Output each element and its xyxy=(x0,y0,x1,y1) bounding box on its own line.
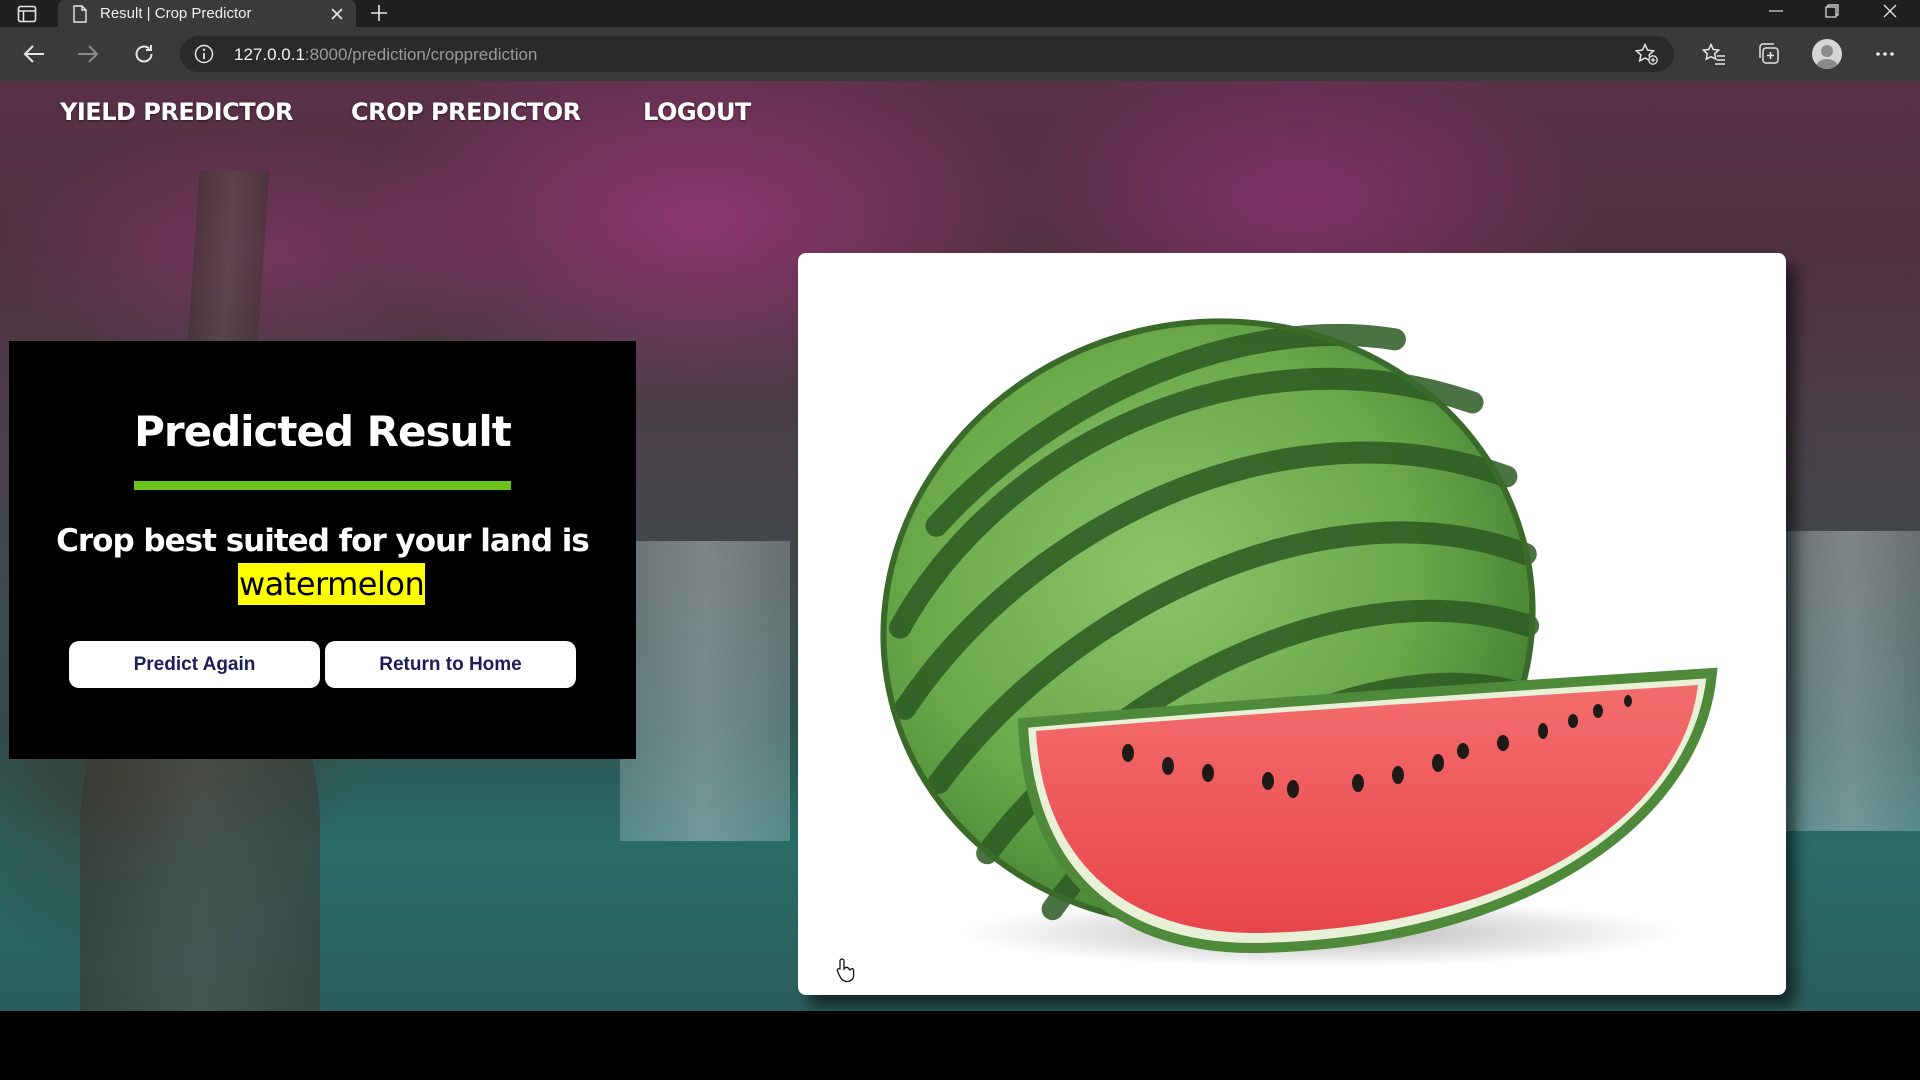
watermelon-image xyxy=(880,318,1718,967)
refresh-icon[interactable] xyxy=(127,38,161,70)
page-icon xyxy=(72,4,88,23)
return-home-button[interactable]: Return to Home xyxy=(325,641,576,688)
background-waterfall xyxy=(620,541,790,841)
browser-tab-bar: Result | Crop Predictor xyxy=(0,0,1920,27)
more-menu-icon[interactable] xyxy=(1868,38,1902,70)
page-background: YIELD PREDICTOR CROP PREDICTOR LOGOUT Pr… xyxy=(0,81,1920,1011)
close-window-icon[interactable] xyxy=(1862,0,1918,22)
add-favorite-icon[interactable] xyxy=(1634,43,1658,65)
result-title: Predicted Result xyxy=(134,407,512,456)
site-info-icon[interactable] xyxy=(194,44,214,64)
collections-icon[interactable] xyxy=(1752,38,1786,70)
minimize-icon[interactable] xyxy=(1748,0,1804,22)
favorites-icon[interactable] xyxy=(1697,38,1731,70)
address-bar[interactable]: 127.0.0.1:8000/prediction/cropprediction xyxy=(180,36,1674,72)
result-card: Predicted Result Crop best suited for yo… xyxy=(9,341,636,759)
predicted-crop: watermelon xyxy=(238,563,426,605)
nav-logout[interactable]: LOGOUT xyxy=(643,98,751,126)
nav-crop-predictor[interactable]: CROP PREDICTOR xyxy=(351,98,581,126)
background-waterfall-right xyxy=(1780,531,1920,831)
restore-icon[interactable] xyxy=(1804,0,1860,22)
predict-again-button[interactable]: Predict Again xyxy=(69,641,320,688)
tab-title: Result | Crop Predictor xyxy=(100,5,252,22)
close-tab-icon[interactable] xyxy=(326,3,348,25)
title-underline xyxy=(134,481,511,490)
tab-actions-icon[interactable] xyxy=(14,4,40,24)
site-navigation: YIELD PREDICTOR CROP PREDICTOR LOGOUT xyxy=(0,81,1920,145)
new-tab-icon[interactable] xyxy=(366,2,392,24)
profile-avatar-icon[interactable] xyxy=(1812,39,1842,69)
forward-icon[interactable] xyxy=(71,38,105,70)
browser-tab[interactable]: Result | Crop Predictor xyxy=(58,0,356,27)
hand-cursor-icon xyxy=(836,958,855,983)
nav-yield-predictor[interactable]: YIELD PREDICTOR xyxy=(60,98,293,126)
browser-toolbar: 127.0.0.1:8000/prediction/cropprediction xyxy=(0,27,1920,81)
url-text: 127.0.0.1:8000/prediction/cropprediction xyxy=(234,45,538,64)
back-icon[interactable] xyxy=(17,38,51,70)
result-message: Crop best suited for your land is xyxy=(56,523,590,559)
crop-image-card xyxy=(798,253,1786,995)
